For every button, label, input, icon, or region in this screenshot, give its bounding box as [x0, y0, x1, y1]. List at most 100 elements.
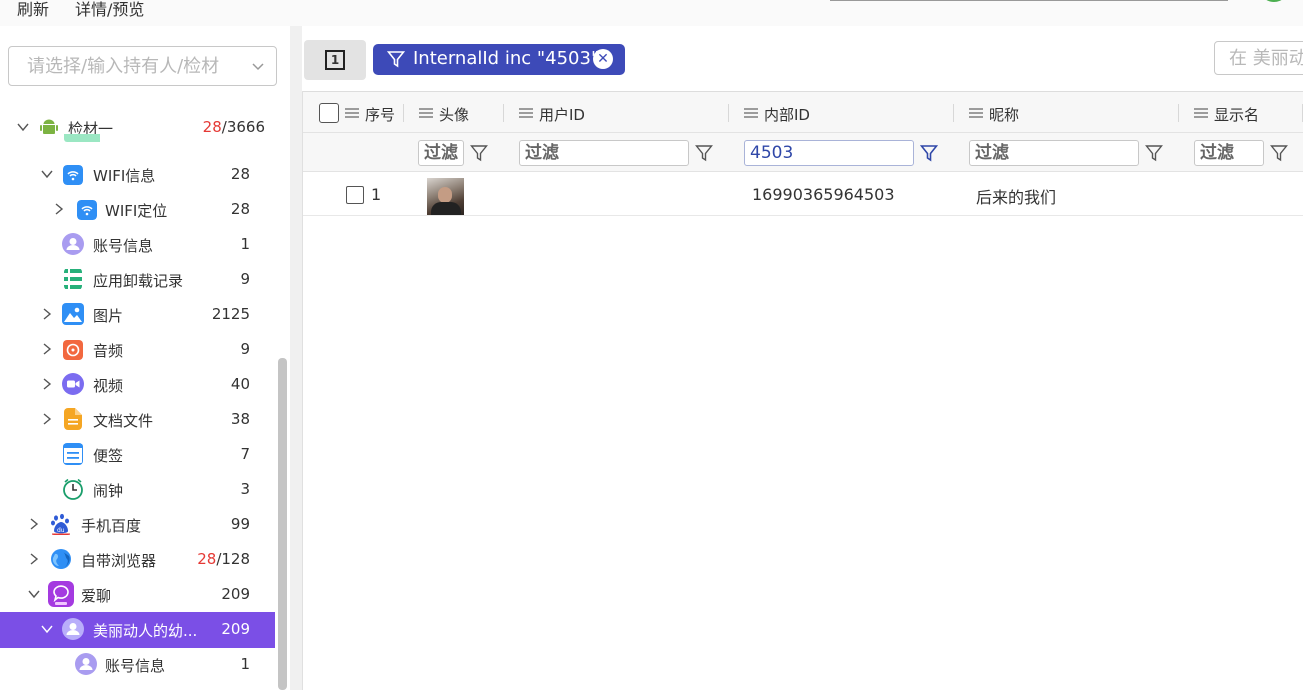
column-menu-icon[interactable]: [419, 108, 433, 118]
filter-icon[interactable]: [920, 144, 938, 162]
tree-item-label: 视频: [93, 377, 124, 395]
tree-item-images[interactable]: 图片 2125: [0, 297, 275, 332]
row-checkbox[interactable]: [346, 186, 364, 204]
filter-input-nickname[interactable]: [969, 140, 1139, 166]
chevron-down-icon[interactable]: [27, 587, 41, 601]
column-menu-icon[interactable]: [744, 108, 758, 118]
avatar-face: [438, 187, 452, 203]
filter-icon[interactable]: [1270, 144, 1288, 162]
chevron-right-icon[interactable]: [27, 552, 41, 566]
tree-item-documents[interactable]: 文档文件 38: [0, 402, 275, 437]
chevron-right-icon[interactable]: [52, 202, 66, 216]
filter-input-display-name[interactable]: [1194, 140, 1264, 166]
filter-icon[interactable]: [1145, 144, 1163, 162]
filter-icon[interactable]: [470, 144, 488, 162]
tree-item-wifi-location[interactable]: WIFI定位 28: [0, 192, 275, 227]
filter-input-avatar[interactable]: [418, 140, 464, 166]
filter-chip-label: InternalId inc "4503": [413, 48, 600, 69]
chevron-right-icon[interactable]: [27, 517, 41, 531]
column-menu-icon[interactable]: [345, 108, 359, 118]
column-icon: 1: [325, 50, 345, 70]
tree-item-count: 9: [240, 270, 250, 288]
tree-search-select[interactable]: [8, 46, 277, 86]
tree-item-account-selected[interactable]: 美丽动人的幼... 209: [0, 612, 275, 648]
tree-item-account-info[interactable]: 账号信息 1: [0, 227, 275, 262]
avatar[interactable]: [427, 178, 464, 215]
tree-item-label: 音频: [93, 342, 124, 360]
tree-item-count: 1: [240, 235, 250, 253]
note-icon: [63, 443, 83, 465]
refresh-menu[interactable]: 刷新: [17, 0, 49, 20]
filter-cell-display-name: [1194, 140, 1299, 166]
column-menu-icon[interactable]: [969, 108, 983, 118]
column-header-user-id[interactable]: 用户ID: [503, 92, 728, 134]
tree-item-video[interactable]: 视频 40: [0, 367, 275, 402]
baidu-icon: du: [51, 513, 70, 535]
filter-cell-user-id: [519, 140, 729, 166]
tree-item-ailiao[interactable]: 爱聊 209: [0, 577, 275, 612]
user-icon: [62, 618, 84, 640]
column-header-avatar[interactable]: 头像: [403, 92, 503, 134]
find-input[interactable]: [1215, 42, 1303, 74]
tree-item-sub-account-info[interactable]: 账号信息 1: [0, 647, 275, 682]
panel-splitter[interactable]: [290, 26, 302, 690]
chevron-right-icon[interactable]: [40, 342, 54, 356]
tree-search-input[interactable]: [9, 47, 234, 85]
detail-preview-menu[interactable]: 详情/预览: [75, 0, 144, 20]
column-header-display-name[interactable]: 显示名: [1178, 92, 1303, 134]
chevron-down-icon[interactable]: [250, 58, 266, 74]
image-icon: [62, 303, 84, 325]
tree-item-label: 闹钟: [93, 482, 124, 500]
avatar-body: [431, 202, 461, 215]
tree-item-count: 209: [221, 620, 250, 638]
global-search-edge[interactable]: [830, 0, 1228, 1]
tree-item-builtin-browser[interactable]: 自带浏览器 28/128: [0, 542, 275, 577]
evidence-tree-panel: 检材一 28/3666 WIFI信息 28 WIFI定位 28 账号信息 1 应: [0, 26, 290, 690]
filter-input-user-id[interactable]: [519, 140, 689, 166]
close-icon[interactable]: ✕: [593, 49, 613, 69]
chevron-down-icon[interactable]: [40, 622, 54, 636]
filter-input-internal-id[interactable]: [744, 140, 914, 166]
filter-cell-nickname: [969, 140, 1179, 166]
tree-item-notes[interactable]: 便签 7: [0, 437, 275, 472]
tree-item-label: 图片: [93, 307, 124, 325]
tree-item-mobile-baidu[interactable]: du 手机百度 99: [0, 507, 275, 542]
tree-item-label: 应用卸载记录: [93, 272, 184, 290]
chevron-right-icon[interactable]: [40, 307, 54, 321]
clipped-tree-item: [40, 134, 100, 142]
tree-item-uninstall-log[interactable]: 应用卸载记录 9: [0, 262, 275, 297]
internal-id-cell: 16990365964503: [752, 185, 895, 204]
chevron-down-icon[interactable]: [16, 120, 30, 134]
user-avatar-edge[interactable]: [1259, 0, 1289, 2]
chevron-right-icon[interactable]: [40, 377, 54, 391]
column-menu-icon[interactable]: [519, 108, 533, 118]
chat-app-icon: [48, 581, 74, 607]
tree-item-alarm[interactable]: 闹钟 3: [0, 472, 275, 507]
tree-item-count: 9: [240, 340, 250, 358]
chevron-right-icon[interactable]: [40, 412, 54, 426]
list-icon: [64, 269, 82, 289]
tree-item-wifi-info[interactable]: WIFI信息 28: [0, 157, 275, 192]
filter-icon[interactable]: [695, 144, 713, 162]
table-row[interactable]: 1 16990365964503 后来的我们: [303, 172, 1303, 216]
tree-item-label: 文档文件: [93, 412, 154, 430]
column-header-internal-id[interactable]: 内部ID: [728, 92, 953, 134]
user-icon: [75, 653, 97, 675]
column-menu-icon[interactable]: [1194, 108, 1208, 118]
tree-item-label: 爱聊: [81, 587, 112, 605]
column-chooser-button[interactable]: 1: [304, 40, 366, 80]
tree-item-audio[interactable]: 音频 9: [0, 332, 275, 367]
tree-item-count: 7: [240, 445, 250, 463]
sidebar-scrollbar[interactable]: [278, 358, 287, 690]
filter-cell-avatar: [418, 140, 498, 166]
chevron-down-icon[interactable]: [40, 167, 54, 181]
tree-item-label: 美丽动人的幼...: [93, 622, 198, 640]
browser-icon: [51, 549, 71, 569]
active-filter-chip[interactable]: InternalId inc "4503" ✕: [373, 44, 625, 75]
wifi-icon: [77, 200, 97, 220]
data-grid: 序号 头像 用户ID 内部ID 昵称 显示名 过滤 过滤 4503 过滤 过滤 …: [302, 91, 1303, 690]
tree-item-label: 账号信息: [93, 237, 154, 255]
find-in-page-box[interactable]: [1214, 41, 1303, 75]
tree-item-count: 28/3666: [202, 118, 265, 136]
column-header-nickname[interactable]: 昵称: [953, 92, 1178, 134]
